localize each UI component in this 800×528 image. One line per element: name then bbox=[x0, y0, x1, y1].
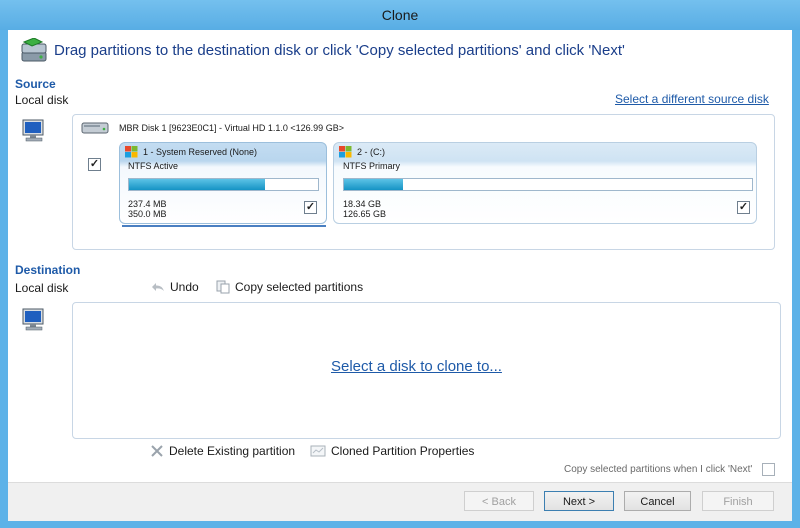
window-title: Clone bbox=[0, 0, 800, 30]
finish-button[interactable]: Finish bbox=[702, 491, 774, 511]
copy-selected-label: Copy selected partitions bbox=[235, 280, 364, 294]
delete-existing-partition-button[interactable]: Delete Existing partition bbox=[150, 444, 295, 458]
source-title: Source bbox=[15, 77, 56, 91]
total-size: 126.65 GB bbox=[343, 209, 387, 219]
undo-label: Undo bbox=[170, 280, 199, 294]
cloned-partition-properties-button[interactable]: Cloned Partition Properties bbox=[310, 444, 474, 458]
copy-icon bbox=[216, 280, 230, 294]
partition-name: 2 - (C:) bbox=[357, 147, 385, 157]
computer-icon bbox=[21, 307, 47, 333]
partition-checkbox[interactable]: ✓ bbox=[737, 201, 750, 214]
select-source-link[interactable]: Select a different source disk bbox=[615, 92, 769, 106]
partition-type: NTFS Active bbox=[128, 161, 179, 171]
back-button[interactable]: < Back bbox=[464, 491, 534, 511]
clone-wizard-icon bbox=[20, 37, 50, 67]
hard-disk-icon bbox=[81, 121, 109, 135]
copy-on-next-label: Copy selected partitions when I click 'N… bbox=[564, 464, 753, 475]
destination-subtitle: Local disk bbox=[15, 281, 69, 295]
partition-card-2[interactable]: 2 - (C:) NTFS Primary 18.34 GB 126.65 GB… bbox=[333, 142, 757, 224]
partition-name: 1 - System Reserved (None) bbox=[143, 147, 258, 157]
clone-dialog: Drag partitions to the destination disk … bbox=[8, 30, 792, 521]
undo-icon bbox=[152, 283, 164, 291]
cancel-button[interactable]: Cancel bbox=[624, 491, 691, 511]
undo-button[interactable]: Undo bbox=[151, 280, 199, 294]
usage-bar-fill bbox=[129, 179, 266, 190]
select-destination-disk-link[interactable]: Select a disk to clone to... bbox=[331, 358, 502, 375]
total-size: 350.0 MB bbox=[128, 209, 167, 219]
properties-icon bbox=[310, 445, 326, 457]
copy-selected-partitions-button[interactable]: Copy selected partitions bbox=[216, 280, 363, 294]
selection-underline bbox=[122, 225, 326, 227]
windows-flag-icon bbox=[339, 146, 352, 161]
copy-on-next-checkbox[interactable] bbox=[762, 463, 775, 476]
source-subtitle: Local disk bbox=[15, 93, 69, 107]
source-disk-checkbox[interactable]: ✓ bbox=[88, 158, 101, 171]
usage-bar bbox=[128, 178, 319, 191]
partition-card-1[interactable]: 1 - System Reserved (None) NTFS Active 2… bbox=[119, 142, 327, 224]
next-button[interactable]: Next > bbox=[544, 491, 614, 511]
cloned-partition-properties-label: Cloned Partition Properties bbox=[331, 444, 475, 458]
used-size: 18.34 GB bbox=[343, 199, 382, 209]
source-disk-label: MBR Disk 1 [9623E0C1] - Virtual HD 1.1.0… bbox=[119, 123, 344, 133]
button-bar: < Back Next > Cancel Finish bbox=[8, 482, 792, 521]
source-disk-panel: MBR Disk 1 [9623E0C1] - Virtual HD 1.1.0… bbox=[72, 114, 775, 250]
usage-bar bbox=[343, 178, 753, 191]
partition-type: NTFS Primary bbox=[343, 161, 400, 171]
usage-bar-fill bbox=[344, 179, 404, 190]
destination-title: Destination bbox=[15, 263, 81, 277]
computer-icon bbox=[21, 118, 47, 144]
destination-disk-panel: Select a disk to clone to... bbox=[72, 302, 781, 439]
windows-flag-icon bbox=[125, 146, 138, 161]
delete-icon bbox=[151, 445, 163, 457]
used-size: 237.4 MB bbox=[128, 199, 167, 209]
delete-existing-label: Delete Existing partition bbox=[169, 444, 296, 458]
partition-checkbox[interactable]: ✓ bbox=[304, 201, 317, 214]
header-instruction: Drag partitions to the destination disk … bbox=[54, 42, 625, 59]
